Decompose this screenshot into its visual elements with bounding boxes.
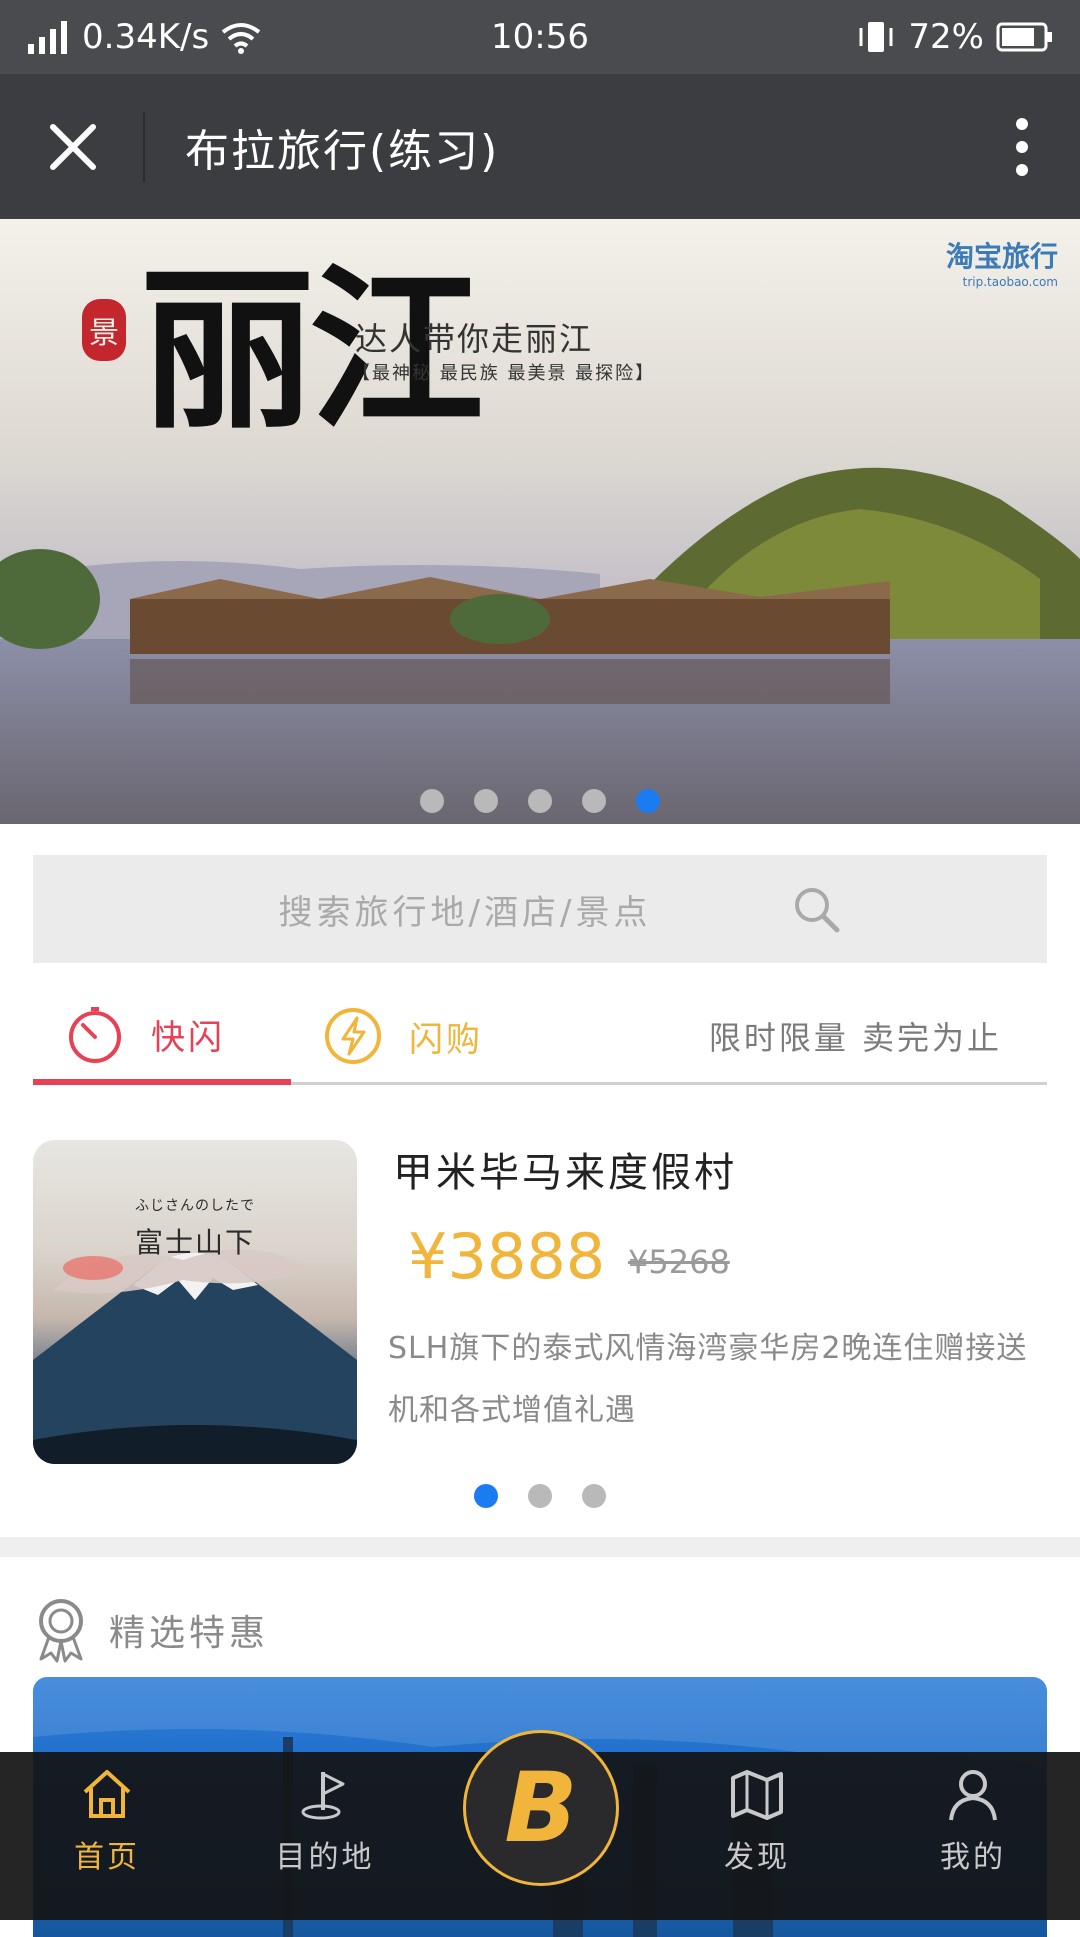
- banner-brand-url: trip.taobao.com: [962, 275, 1058, 289]
- deal-description: SLH旗下的泰式风情海湾豪华房2晚连住赠接送机和各式增值礼遇: [388, 1331, 1028, 1428]
- nav-center-logo-button[interactable]: B: [463, 1730, 619, 1886]
- close-icon: [50, 124, 96, 170]
- nav-home-label: 首页: [74, 1840, 140, 1875]
- deal-dot[interactable]: [582, 1484, 606, 1508]
- deal-dot-active[interactable]: [474, 1484, 498, 1508]
- banner-tagline: 达人带你走丽江: [355, 320, 594, 358]
- banner-stamp: 景: [82, 299, 126, 361]
- user-icon: [949, 1770, 997, 1821]
- more-button[interactable]: [992, 104, 1052, 190]
- banner-brand-name: 淘宝旅行: [945, 240, 1058, 273]
- tab-flash[interactable]: 闪购: [323, 990, 483, 1082]
- title-bar: 布拉旅行(练习): [0, 74, 1080, 219]
- nav-mine[interactable]: 我的: [883, 1752, 1063, 1920]
- tab-flash-label: 闪购: [409, 1019, 483, 1060]
- tab-quick[interactable]: 快闪: [33, 990, 291, 1085]
- tab-quick-label: 快闪: [151, 1018, 225, 1058]
- nav-destination-label: 目的地: [275, 1840, 375, 1875]
- title-divider: [143, 112, 145, 182]
- nav-discover-label: 发现: [724, 1840, 790, 1875]
- battery-percent: 72%: [908, 17, 984, 57]
- deal-price: ¥3888: [408, 1220, 606, 1293]
- lightning-icon: [323, 1006, 383, 1066]
- banner-dot[interactable]: [582, 789, 606, 813]
- more-vertical-icon: [1016, 118, 1028, 176]
- deal-tabs: 快闪 闪购 限时限量 卖完为止: [33, 990, 1047, 1085]
- battery-icon: [996, 22, 1052, 52]
- map-icon: [731, 1770, 783, 1820]
- banner-dot[interactable]: [420, 789, 444, 813]
- mountain-image: [33, 1249, 357, 1464]
- deal-thumbnail[interactable]: ふじさんのしたで 富士山下: [33, 1140, 357, 1464]
- status-right: 72%: [856, 0, 1054, 74]
- banner-dot[interactable]: [474, 789, 498, 813]
- flag-pin-icon: [301, 1772, 345, 1820]
- section-separator: [0, 1537, 1080, 1557]
- banner-dot-active[interactable]: [636, 789, 660, 813]
- tab-note: 限时限量 卖完为止: [708, 1019, 1002, 1057]
- stopwatch-icon: [65, 1005, 125, 1065]
- search-input[interactable]: 搜索旅行地/酒店/景点: [33, 855, 1047, 963]
- page-title: 布拉旅行(练习): [185, 125, 500, 177]
- nav-mine-label: 我的: [940, 1840, 1006, 1875]
- deal-name: 甲米毕马来度假村: [393, 1150, 737, 1196]
- banner-carousel[interactable]: 淘宝旅行 trip.taobao.com 景 丽江 达人带你走丽江 【最神秘 最…: [0, 219, 1080, 824]
- deal-dot[interactable]: [528, 1484, 552, 1508]
- vibrate-icon: [859, 22, 893, 52]
- deal-card[interactable]: ふじさんのしたで 富士山下 甲米毕马来度假村 ¥3888 ¥5268 SLH旗下…: [33, 1140, 1047, 1465]
- banner-brand: 淘宝旅行 trip.taobao.com: [946, 235, 1058, 289]
- banner-pagination: [0, 789, 1080, 813]
- thumbnail-caption-small: ふじさんのしたで: [135, 1198, 255, 1214]
- nav-destination[interactable]: 目的地: [235, 1752, 415, 1920]
- deal-pagination: [0, 1484, 1080, 1508]
- brand-logo: B: [504, 1752, 578, 1864]
- deal-original-price: ¥5268: [628, 1243, 730, 1281]
- banner-sub-tagline: 【最神秘 最民族 最美景 最探险】: [352, 363, 656, 384]
- section-title: 精选特惠: [109, 1613, 270, 1654]
- thumbnail-caption: ふじさんのしたで 富士山下: [33, 1195, 357, 1261]
- section-header: 精选特惠: [33, 1595, 269, 1665]
- status-bar: 0.34K/s 10:56 72%: [0, 0, 1080, 74]
- search-icon[interactable]: [792, 885, 842, 935]
- thumbnail-caption-big: 富士山下: [134, 1226, 255, 1259]
- award-ribbon-icon: [39, 1599, 83, 1663]
- home-icon: [83, 1770, 131, 1818]
- search-placeholder: 搜索旅行地/酒店/景点: [278, 892, 652, 933]
- nav-discover[interactable]: 发现: [667, 1752, 847, 1920]
- close-button[interactable]: [30, 104, 116, 190]
- banner-dot[interactable]: [528, 789, 552, 813]
- nav-home[interactable]: 首页: [17, 1752, 197, 1920]
